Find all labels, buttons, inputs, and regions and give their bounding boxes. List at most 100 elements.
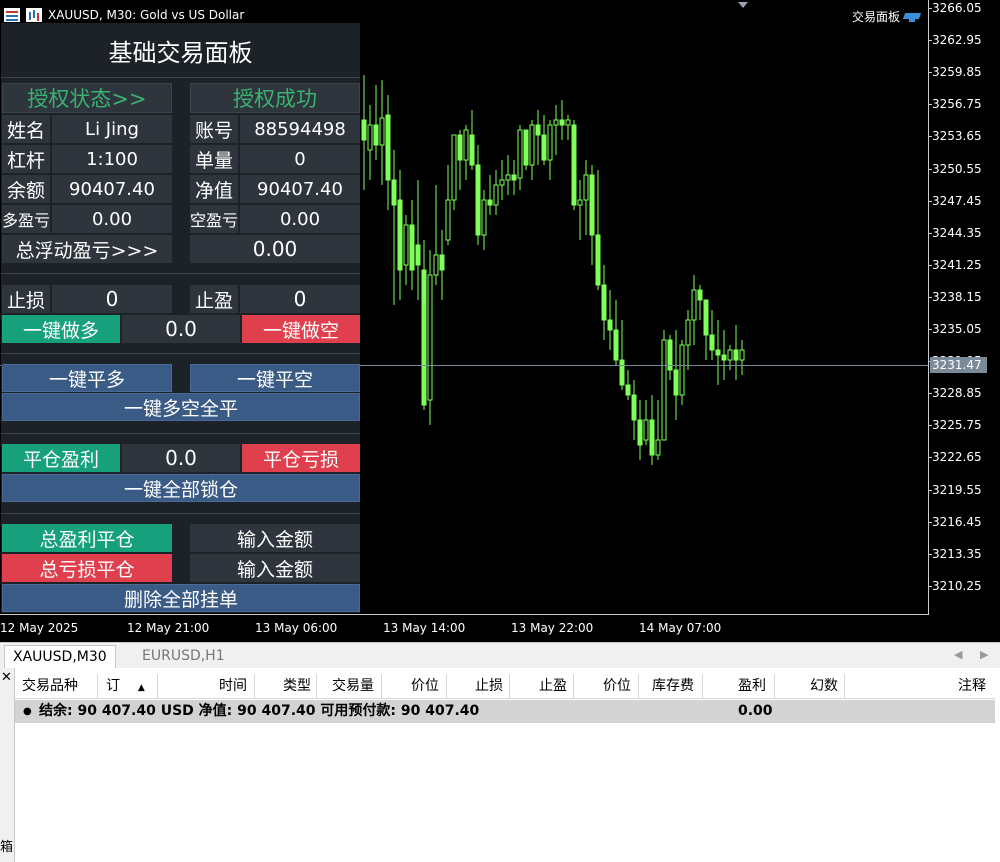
candle-body xyxy=(571,124,577,206)
candle-body xyxy=(367,124,373,151)
candle-body xyxy=(379,117,385,146)
price-label: 3262.95 xyxy=(932,33,982,48)
time-label: 13 May 06:00 xyxy=(255,621,338,635)
short-pnl-label: 空盈亏 xyxy=(190,205,238,233)
col-magic[interactable]: 幻数 xyxy=(810,674,838,698)
col-price-2[interactable]: 价位 xyxy=(603,674,631,698)
take-profit-label: 止盈 xyxy=(190,285,238,313)
time-label: 13 May 14:00 xyxy=(383,621,466,635)
candle-body xyxy=(619,359,625,386)
candle-body xyxy=(715,349,721,356)
price-label: 3216.45 xyxy=(932,514,982,529)
close-all-button[interactable]: 一键多空全平 xyxy=(2,393,360,421)
delete-pending-button[interactable]: 删除全部挂单 xyxy=(2,584,360,612)
candle-body xyxy=(403,224,409,266)
take-profit-input[interactable]: 0 xyxy=(240,285,360,313)
close-loss-button[interactable]: 平仓亏损 xyxy=(242,444,360,472)
stop-loss-label: 止损 xyxy=(2,285,50,313)
time-axis-line xyxy=(0,614,929,615)
auth-state-button[interactable]: 授权状态>> xyxy=(2,83,172,113)
close-long-button[interactable]: 一键平多 xyxy=(2,364,172,392)
candle-body xyxy=(655,439,661,456)
buy-button[interactable]: 一键做多 xyxy=(2,315,120,343)
candle-body xyxy=(541,134,547,161)
equity-value: 90407.40 xyxy=(240,175,360,203)
candle-body xyxy=(523,129,529,166)
candle-body xyxy=(457,134,463,161)
stop-loss-input[interactable]: 0 xyxy=(52,285,172,313)
candle-body xyxy=(517,129,523,179)
sort-asc-icon: ▲ xyxy=(137,683,145,693)
candle-body xyxy=(691,289,697,321)
col-profit[interactable]: 盈利 xyxy=(738,674,766,698)
candle-body xyxy=(439,254,445,271)
candle-body xyxy=(463,129,469,161)
candle-body xyxy=(481,199,487,236)
price-label: 3219.55 xyxy=(932,482,982,497)
total-loss-close-button[interactable]: 总亏损平仓 xyxy=(2,554,172,582)
time-label: 12 May 21:00 xyxy=(127,621,210,635)
col-order[interactable]: 订 ▲ xyxy=(106,674,145,698)
col-volume[interactable]: 交易量 xyxy=(332,674,374,698)
loss-amount-input[interactable]: 输入金额 xyxy=(190,554,360,582)
col-take-profit[interactable]: 止盈 xyxy=(539,674,567,698)
price-label: 3247.45 xyxy=(932,193,982,208)
col-symbol[interactable]: 交易品种 xyxy=(22,674,78,698)
close-profit-button[interactable]: 平仓盈利 xyxy=(2,444,120,472)
candle-body xyxy=(589,174,595,236)
orders-value: 0 xyxy=(240,145,360,173)
candle-body xyxy=(469,134,475,166)
candle-body xyxy=(391,179,397,206)
candle-body xyxy=(487,199,493,206)
account-label: 账号 xyxy=(190,115,238,143)
candle-body xyxy=(613,329,619,361)
col-price[interactable]: 价位 xyxy=(411,674,439,698)
candle-body xyxy=(511,174,517,181)
col-comment[interactable]: 注释 xyxy=(958,674,986,698)
sell-button[interactable]: 一键做空 xyxy=(242,315,360,343)
candle-body xyxy=(739,349,745,361)
lot-size-input[interactable]: 0.0 xyxy=(122,315,240,343)
total-profit-close-button[interactable]: 总盈利平仓 xyxy=(2,524,172,552)
candle-body xyxy=(601,284,607,321)
scroll-left-icon[interactable]: ◀ xyxy=(954,648,962,661)
lock-all-button[interactable]: 一键全部锁仓 xyxy=(2,474,360,502)
candle-body xyxy=(415,244,421,266)
tab-eurusd[interactable]: EURUSD,H1 xyxy=(134,645,233,667)
candle-body xyxy=(697,289,703,301)
trade-panel: 基础交易面板 授权状态>> 授权成功 姓名 Li Jing 账号 8859449… xyxy=(1,23,360,613)
col-time[interactable]: 时间 xyxy=(219,674,247,698)
price-chart[interactable]: XAUUSD, M30: Gold vs US Dollar 交易面板 3266… xyxy=(0,0,1000,642)
close-amount-input[interactable]: 0.0 xyxy=(122,444,240,472)
close-short-button[interactable]: 一键平空 xyxy=(190,364,360,392)
candle-body xyxy=(679,344,685,396)
short-pnl-value: 0.00 xyxy=(240,205,360,233)
col-swap[interactable]: 库存费 xyxy=(652,674,694,698)
leverage-value: 1:100 xyxy=(52,145,172,173)
total-float-label: 总浮动盈亏>>> xyxy=(2,235,172,263)
candle-body xyxy=(661,339,667,441)
candle-body xyxy=(529,124,535,166)
profit-amount-input[interactable]: 输入金额 xyxy=(190,524,360,552)
summary-profit: 0.00 xyxy=(738,703,773,719)
bullet-icon: ● xyxy=(23,706,32,717)
candle-body xyxy=(637,419,643,446)
price-label: 3213.35 xyxy=(932,546,982,561)
close-icon[interactable]: ✕ xyxy=(1,670,12,685)
candle-body xyxy=(649,419,655,456)
summary-row[interactable]: ● 结余: 90 407.40 USD 净值: 90 407.40 可用预付款:… xyxy=(15,700,995,723)
candle-body xyxy=(625,384,631,396)
balance-value: 90407.40 xyxy=(52,175,172,203)
scroll-right-icon[interactable]: ▶ xyxy=(980,648,988,661)
col-type[interactable]: 类型 xyxy=(283,674,311,698)
time-label: 14 May 07:00 xyxy=(639,621,722,635)
price-label: 3253.65 xyxy=(932,129,982,144)
toolbox-terminal: ✕ 箱 交易品种 订 ▲ 时间 类型 交易量 价位 止损 止盈 价位 库存费 盈… xyxy=(0,668,1000,862)
tab-xauusd[interactable]: XAUUSD,M30 xyxy=(4,645,116,668)
candle-body xyxy=(631,394,637,421)
time-label: 13 May 22:00 xyxy=(511,621,594,635)
candle-body xyxy=(385,114,391,181)
col-stop-loss[interactable]: 止损 xyxy=(475,674,503,698)
price-label: 3244.35 xyxy=(932,225,982,240)
candle-body xyxy=(427,274,433,401)
